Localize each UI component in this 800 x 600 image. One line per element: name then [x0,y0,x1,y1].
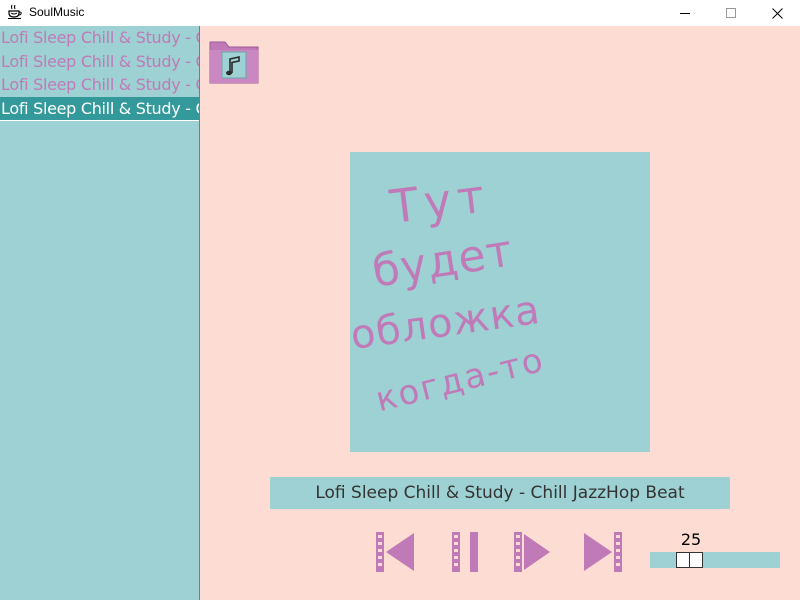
cover-text-line: Тут [387,168,494,234]
pause-icon [452,532,478,572]
volume-slider-thumb[interactable] [675,552,703,568]
open-folder-button[interactable] [209,38,261,84]
playlist-panel[interactable]: Lofi Sleep Chill & Study - Chill JazzHop… [0,26,200,600]
play-button[interactable] [512,530,554,574]
cover-text-line: будет [368,225,517,298]
next-button[interactable] [582,530,624,574]
pause-button[interactable] [446,530,488,574]
playlist-item[interactable]: Lofi Sleep Chill & Study - Chill JazzHop… [0,73,199,97]
volume-slider[interactable] [650,552,780,568]
playlist-item-selected[interactable]: Lofi Sleep Chill & Study - Chill JazzHop… [0,96,199,121]
volume-value: 25 [680,530,702,549]
play-icon [514,532,550,572]
close-icon [771,7,783,19]
music-folder-icon [209,41,259,84]
now-playing-title: Lofi Sleep Chill & Study - Chill JazzHop… [270,477,730,509]
player-area: Тут будет обложка когда-то Lofi Sleep Ch… [200,26,800,600]
window-title: SoulMusic [29,5,85,19]
next-track-icon [584,532,622,572]
album-cover: Тут будет обложка когда-то [350,152,650,452]
minimize-icon [680,13,690,14]
minimize-button[interactable] [662,0,708,26]
coffee-icon [7,4,23,20]
close-button[interactable] [754,0,800,26]
playlist-item[interactable]: Lofi Sleep Chill & Study - Chill JazzHop… [0,50,199,74]
previous-button[interactable] [374,530,416,574]
playlist-item[interactable]: Lofi Sleep Chill & Study - Chill JazzHop… [0,26,199,50]
title-bar[interactable]: SoulMusic [0,0,800,26]
app-window: SoulMusic Lofi Sleep Chill & Study - Chi… [0,0,800,600]
maximize-icon [726,8,736,18]
maximize-button[interactable] [708,0,754,26]
previous-track-icon [376,532,414,572]
